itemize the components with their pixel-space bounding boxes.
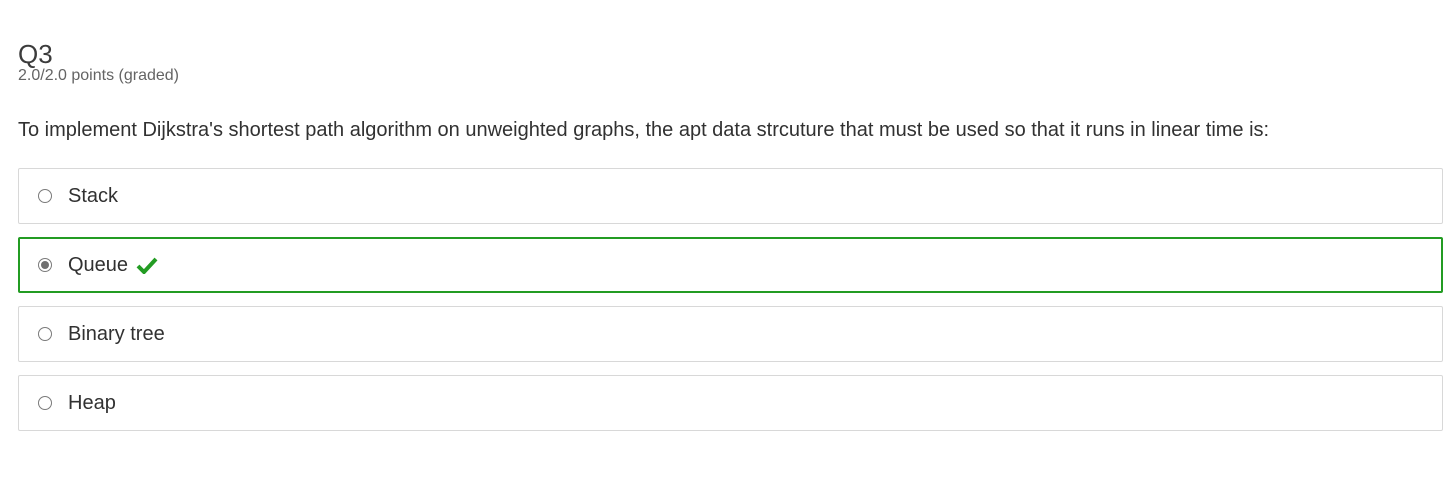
radio-button[interactable] <box>38 327 52 341</box>
option-label: Heap <box>68 392 116 414</box>
answer-options: Stack Queue Binary tree Heap <box>18 168 1443 444</box>
radio-dot <box>41 261 49 269</box>
answer-option-heap[interactable]: Heap <box>18 375 1443 431</box>
option-label: Binary tree <box>68 323 165 345</box>
points-status: 2.0/2.0 points (graded) <box>18 67 179 84</box>
question-text: To implement Dijkstra's shortest path al… <box>18 119 1270 141</box>
radio-button[interactable] <box>38 189 52 203</box>
radio-button[interactable] <box>38 396 52 410</box>
checkmark-icon <box>136 256 158 274</box>
option-label: Stack <box>68 185 119 207</box>
answer-option-queue[interactable]: Queue <box>18 237 1443 293</box>
radio-button-selected[interactable] <box>38 258 52 272</box>
answer-option-binary-tree[interactable]: Binary tree <box>18 306 1443 362</box>
option-label: Queue <box>68 254 129 276</box>
answer-option-stack[interactable]: Stack <box>18 168 1443 224</box>
